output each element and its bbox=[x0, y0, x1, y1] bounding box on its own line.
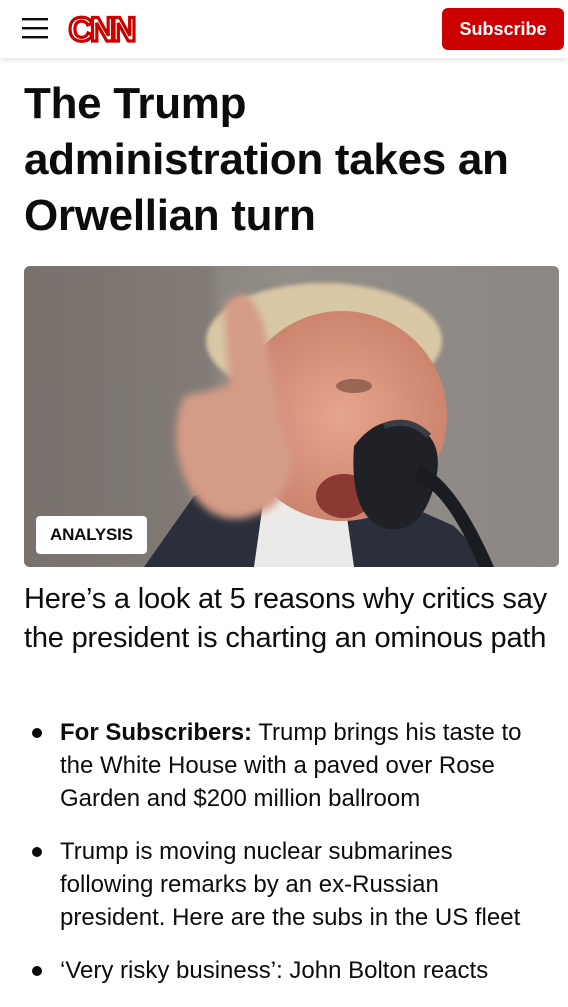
related-link[interactable]: Trump is moving nuclear submarines follo… bbox=[0, 835, 568, 934]
subscribe-button[interactable]: Subscribe bbox=[442, 8, 564, 50]
article-headline[interactable]: The Trump administration takes an Orwell… bbox=[24, 76, 554, 244]
related-link-text[interactable]: ‘Very risky business’: John Bolton react… bbox=[60, 957, 488, 984]
bullet-icon bbox=[32, 966, 42, 976]
bullet-icon bbox=[32, 847, 42, 857]
menu-icon[interactable] bbox=[22, 17, 48, 39]
article-subheadline[interactable]: Here’s a look at 5 reasons why critics s… bbox=[24, 580, 564, 658]
hero-image[interactable]: ANALYSIS bbox=[24, 266, 559, 567]
site-header: CNN Subscribe bbox=[0, 0, 568, 58]
related-link[interactable]: For Subscribers: Trump brings his taste … bbox=[0, 716, 568, 815]
related-link-text[interactable]: Trump is moving nuclear submarines follo… bbox=[60, 838, 520, 931]
related-link-text[interactable]: For Subscribers: Trump brings his taste … bbox=[60, 719, 522, 812]
analysis-badge: ANALYSIS bbox=[36, 516, 147, 554]
related-link[interactable]: ‘Very risky business’: John Bolton react… bbox=[0, 954, 568, 987]
related-links-list: For Subscribers: Trump brings his taste … bbox=[0, 716, 568, 1007]
svg-text:CNN: CNN bbox=[69, 11, 135, 49]
cnn-logo[interactable]: CNN bbox=[64, 9, 138, 49]
bullet-icon bbox=[32, 728, 42, 738]
